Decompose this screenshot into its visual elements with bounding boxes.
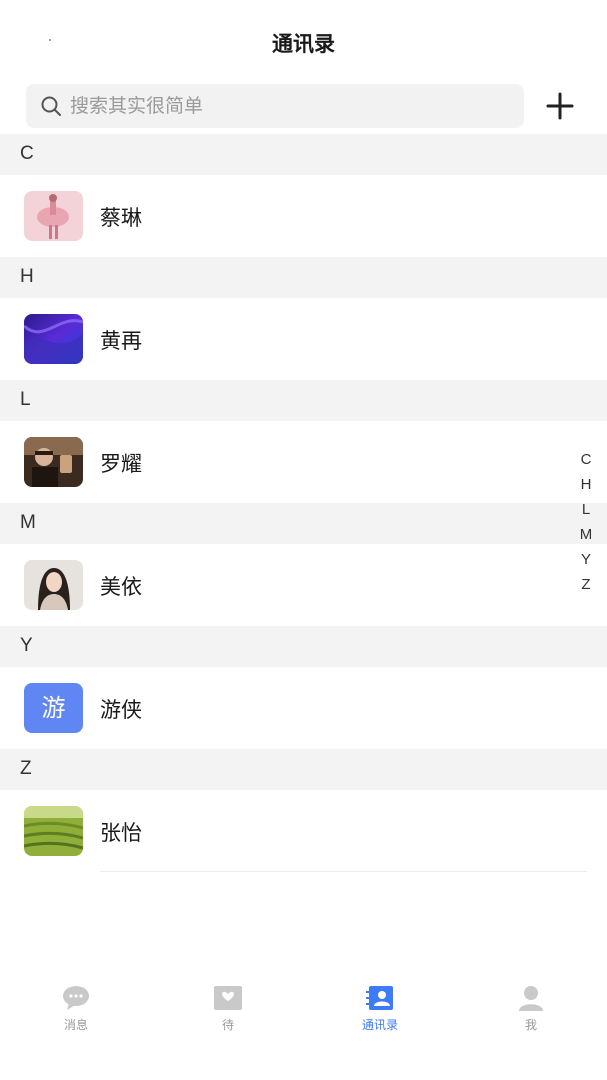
contact-row[interactable]: 张怡 <box>0 790 607 872</box>
chat-bubble-icon <box>63 986 89 1010</box>
contact-name: 黄再 <box>100 329 142 353</box>
avatar <box>24 437 83 487</box>
index-letter-y[interactable]: Y <box>574 547 598 572</box>
section-letter: M <box>20 512 36 533</box>
avatar <box>24 191 83 241</box>
index-letter-c[interactable]: C <box>574 447 598 472</box>
text-avatar: 游 <box>24 683 83 733</box>
tab-me[interactable]: 我 <box>481 984 581 1033</box>
search-icon <box>41 96 61 116</box>
inbox-icon <box>214 986 242 1010</box>
navigation-bar: 通讯录 <box>0 0 607 84</box>
avatar <box>24 314 83 364</box>
tab-contacts[interactable]: 通讯录 <box>330 984 430 1033</box>
section-letter: Z <box>20 758 32 779</box>
contact-name: 游侠 <box>100 698 142 722</box>
contact-row[interactable]: 蔡琳 <box>0 175 607 257</box>
section-header-z: Z <box>0 749 607 790</box>
contacts-icon <box>366 986 393 1010</box>
section-letter: L <box>20 389 31 410</box>
tab-label: 我 <box>524 1018 537 1032</box>
contact-name: 张怡 <box>100 821 142 845</box>
add-contact-button[interactable] <box>540 86 580 126</box>
section-header-h: H <box>0 257 607 298</box>
contact-row[interactable]: 罗耀 <box>0 421 607 503</box>
section-letter: Y <box>20 635 33 656</box>
person-icon <box>519 986 543 1011</box>
index-letter-z[interactable]: Z <box>574 572 598 597</box>
section-header-l: L <box>0 380 607 421</box>
tab-label: 通讯录 <box>361 1018 398 1032</box>
page-title: 通讯录 <box>272 32 335 56</box>
search-placeholder: 搜索其实很简单 <box>70 95 204 117</box>
alphabet-index-bar[interactable]: C H L M Y Z <box>574 447 598 597</box>
index-letter-l[interactable]: L <box>574 497 598 522</box>
contact-name: 罗耀 <box>100 452 142 476</box>
section-letter: C <box>20 143 34 164</box>
avatar <box>24 806 83 856</box>
contact-name: 蔡琳 <box>100 206 142 230</box>
tab-label: 消息 <box>63 1018 88 1032</box>
tab-messages[interactable]: 消息 <box>26 984 126 1033</box>
section-header-m: M <box>0 503 607 544</box>
tab-label: 待 <box>221 1018 234 1032</box>
section-header-c: C <box>0 134 607 175</box>
tab-pending[interactable]: 待 <box>178 984 278 1033</box>
contact-row[interactable]: 黄再 <box>0 298 607 380</box>
contact-row[interactable]: 游 游侠 <box>0 667 607 749</box>
index-letter-h[interactable]: H <box>574 472 598 497</box>
section-letter: H <box>20 266 34 287</box>
bottom-tab-bar: 消息 待 通讯录 我 <box>0 970 607 1080</box>
search-box[interactable]: 搜索其实很简单 <box>26 84 524 128</box>
contact-name: 美依 <box>100 575 142 599</box>
section-header-y: Y <box>0 626 607 667</box>
contact-row[interactable]: 美依 <box>0 544 607 626</box>
contact-list: C 蔡琳 H 黄再 L 罗耀 M 美依 Y 游 游侠 Z 张怡 <box>0 134 607 872</box>
index-letter-m[interactable]: M <box>574 522 598 547</box>
avatar <box>24 560 83 610</box>
